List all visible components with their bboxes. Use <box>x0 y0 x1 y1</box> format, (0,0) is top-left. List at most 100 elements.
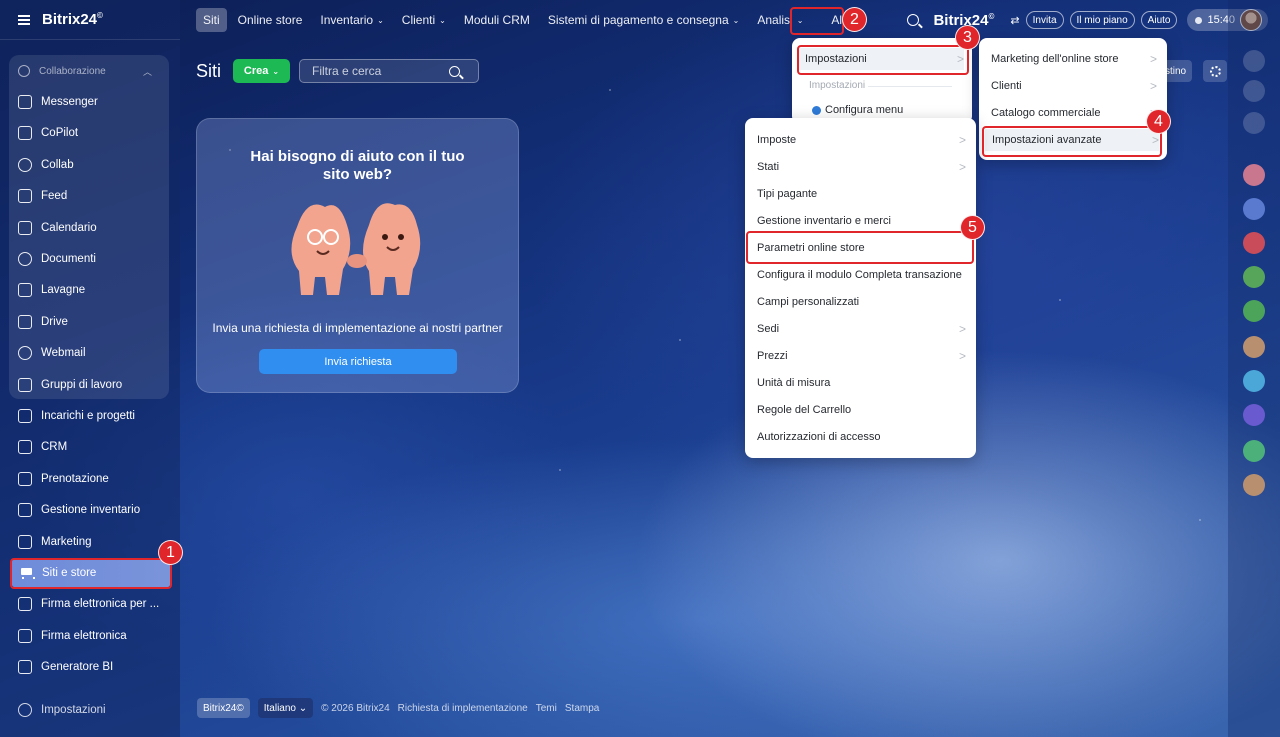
sidebar-item-incarichi-e-progetti[interactable]: Incarichi e progetti <box>10 401 170 431</box>
menu-item-clienti[interactable]: Clienti > <box>991 75 1157 97</box>
sidebar-item-prenotazione[interactable]: Prenotazione <box>10 464 170 494</box>
sidebar-item-copilot[interactable]: CoPilot <box>10 118 170 148</box>
sidebar-settings[interactable]: Impostazioni <box>18 703 106 717</box>
swap-icon[interactable]: ⇄ <box>1010 14 1019 27</box>
menu-item-prezzi[interactable]: Prezzi > <box>757 345 966 367</box>
user-avatar-icon[interactable] <box>1243 474 1265 496</box>
menu-burger-icon[interactable] <box>18 14 30 25</box>
tab-label: Online store <box>237 13 303 27</box>
chat-icon <box>18 95 32 109</box>
tab-inventario[interactable]: Inventario ⌄ <box>311 8 392 32</box>
chevron-right-icon: > <box>956 52 964 66</box>
annotation-badge-5: 5 <box>960 215 985 240</box>
menu-item-impostazioni-avanzate[interactable]: Impostazioni avanzate > <box>985 129 1159 151</box>
sidebar-item-collab[interactable]: Collab <box>10 150 170 180</box>
menu-item-catalogo-commerciale[interactable]: Catalogo commerciale> <box>991 102 1157 124</box>
user-avatar-icon[interactable] <box>1243 336 1265 358</box>
menu-item-parametri-online-store[interactable]: Parametri online store <box>757 237 966 259</box>
annotation-badge-4: 4 <box>1146 109 1171 134</box>
tab-siti[interactable]: Siti <box>196 8 227 32</box>
help-button[interactable]: Aiuto <box>1140 11 1178 29</box>
menu-item-imposte[interactable]: Imposte > <box>757 129 966 151</box>
language-selector[interactable]: Italiano ⌄ <box>257 698 314 718</box>
group-chat-icon[interactable] <box>1243 300 1265 322</box>
tab-label: Clienti <box>401 13 436 27</box>
groups-icon <box>18 377 32 392</box>
right-rail <box>1228 0 1280 737</box>
menu-item-sedi[interactable]: Sedi > <box>757 318 966 340</box>
menu-item-label: Impostazioni avanzate <box>992 134 1102 146</box>
page-settings-button[interactable] <box>1203 60 1227 82</box>
settings-gear-icon <box>18 703 32 717</box>
group-chat-icon[interactable] <box>1243 266 1265 288</box>
sidebar-item-firma-elettronica[interactable]: Firma elettronica <box>10 621 170 651</box>
sidebar-item-marketing[interactable]: Marketing <box>10 527 170 557</box>
chevron-down-icon: ⌄ <box>377 15 384 25</box>
sidebar-item-gruppi-di-lavoro[interactable]: Gruppi di lavoro <box>10 370 170 400</box>
menu-item-tipi-pagante[interactable]: Tipi pagante <box>757 183 966 205</box>
invite-button[interactable]: Invita <box>1025 11 1064 29</box>
menu-item-autorizzazioni-di-accesso[interactable]: Autorizzazioni di accesso <box>757 426 966 448</box>
tab-analisi[interactable]: Analisi ⌄ <box>748 8 812 32</box>
sidebar-group-label: Collaborazione <box>39 65 106 77</box>
sidebar-item-lavagne[interactable]: Lavagne <box>10 275 170 305</box>
my-plan-button[interactable]: Il mio piano <box>1069 11 1135 29</box>
menu-item-marketing-dell-online-store[interactable]: Marketing dell'online store > <box>991 48 1157 70</box>
sidebar-item-drive[interactable]: Drive <box>10 307 170 337</box>
tab-moduli-crm[interactable]: Moduli CRM <box>455 8 539 32</box>
tab-label: Moduli CRM <box>463 13 530 27</box>
sidebar-item-calendario[interactable]: Calendario <box>10 213 170 243</box>
sidebar-item-siti-e-store[interactable]: Siti e store <box>11 558 171 588</box>
footer-link-themes[interactable]: Temi <box>536 703 557 714</box>
calendar-rail-icon[interactable] <box>1243 198 1265 220</box>
chevron-up-icon[interactable]: ︿ <box>143 65 152 78</box>
app-logo[interactable]: Bitrix24© <box>42 11 103 28</box>
search-icon[interactable] <box>449 66 460 77</box>
sidebar-item-feed[interactable]: Feed <box>10 181 170 211</box>
sidebar-item-crm[interactable]: CRM <box>10 432 170 462</box>
menu-divider <box>868 86 952 87</box>
sidebar-item-webmail[interactable]: Webmail <box>10 338 170 368</box>
sidebar-item-documenti[interactable]: Documenti <box>10 244 170 274</box>
chat-avatar-icon[interactable] <box>1243 164 1265 186</box>
tab-online-store[interactable]: Online store <box>229 8 312 32</box>
document-rail-icon[interactable] <box>1243 440 1265 462</box>
group-chat-icon[interactable] <box>1243 232 1265 254</box>
sidebar-item-label: CRM <box>41 441 68 454</box>
sidebar-item-label: Drive <box>41 315 68 328</box>
send-request-button[interactable]: Invia richiesta <box>259 349 457 374</box>
tab-sistemi-di-pagamento-e-consegna[interactable]: Sistemi di pagamento e consegna ⌄ <box>539 8 748 32</box>
filter-search-field[interactable] <box>299 59 479 83</box>
board-icon <box>18 283 32 298</box>
menu-item-campi-personalizzati[interactable]: Campi personalizzati <box>757 291 966 313</box>
notifications-icon[interactable] <box>1243 50 1265 72</box>
search-input[interactable] <box>312 64 452 78</box>
create-button[interactable]: Crea ⌄ <box>233 59 290 83</box>
sidebar-group-collaborazione[interactable]: Collaborazione ︿ <box>10 56 170 86</box>
menu-item-unit-di-misura[interactable]: Unità di misura <box>757 372 966 394</box>
sidebar-item-generatore-bi[interactable]: Generatore BI <box>10 652 170 682</box>
footer-link-print[interactable]: Stampa <box>565 703 599 714</box>
marketing-icon <box>18 534 32 549</box>
menu-item-impostazioni[interactable]: Impostazioni > <box>798 48 964 70</box>
chat-icon[interactable] <box>1243 370 1265 392</box>
sidebar-item-messenger[interactable]: Messenger <box>10 87 170 117</box>
menu-item-configura-il-modulo-completa-transazione[interactable]: Configura il modulo Completa transazione <box>757 264 966 286</box>
menu-item-regole-del-carrello[interactable]: Regole del Carrello <box>757 399 966 421</box>
menu-item-gestione-inventario-e-merci[interactable]: Gestione inventario e merci <box>757 210 966 232</box>
menu-item-label: Autorizzazioni di accesso <box>757 431 881 443</box>
sidebar-item-firma-elettronica-per-[interactable]: Firma elettronica per ... <box>10 589 170 619</box>
search-chat-icon[interactable] <box>1243 112 1265 134</box>
chevron-right-icon: > <box>958 160 966 174</box>
menu-item-stati[interactable]: Stati > <box>757 156 966 178</box>
footer-link-implementation[interactable]: Richiesta di implementazione <box>398 703 528 714</box>
sidebar-item-gestione-inventario[interactable]: Gestione inventario <box>10 495 170 525</box>
mascots-illustration <box>291 203 421 295</box>
sidebar-item-label: Incarichi e progetti <box>41 410 135 422</box>
annotation-badge-3: 3 <box>955 25 980 50</box>
tab-clienti[interactable]: Clienti ⌄ <box>393 8 455 32</box>
annotation-badge-2: 2 <box>842 7 867 32</box>
bookmark-icon[interactable] <box>1243 404 1265 426</box>
search-icon[interactable] <box>907 14 920 26</box>
copilot-rail-icon[interactable] <box>1243 80 1265 102</box>
